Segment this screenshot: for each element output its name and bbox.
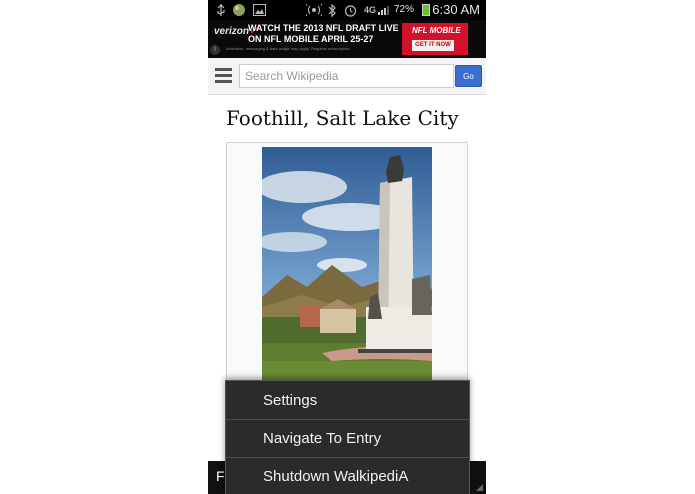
ad-headline-line2: ON NFL MOBILE APRIL 25-27 [248, 34, 374, 44]
signal-icon [378, 6, 389, 15]
options-menu: Settings Navigate To Entry Shutdown Walk… [225, 380, 470, 494]
search-header: Go [208, 58, 486, 95]
battery-icon [422, 4, 430, 16]
alarm-icon [344, 3, 357, 17]
hamburger-menu-icon[interactable] [215, 68, 232, 84]
wifi-calling-icon [306, 3, 322, 17]
network-4g-icon: 4G [363, 5, 376, 15]
ad-cta-button[interactable]: GET IT NOW [412, 40, 454, 51]
status-bar: 4G 72% 6:30 AM [208, 0, 486, 20]
ad-headline-line1: WATCH THE 2013 NFL DRAFT LIVE [248, 23, 399, 33]
globe-icon [232, 3, 246, 17]
search-input[interactable] [239, 64, 454, 88]
bottom-toolbar-text: F [216, 468, 225, 484]
battery-percent: 72% [393, 4, 414, 15]
usb-icon [216, 3, 226, 17]
bluetooth-icon [328, 3, 336, 17]
ad-promo-title: NFL MOBILE [412, 26, 461, 35]
menu-item-shutdown[interactable]: Shutdown WalkipediA [226, 458, 469, 494]
menu-item-navigate-to-entry[interactable]: Navigate To Entry [226, 420, 469, 457]
ad-info-icon[interactable]: i [210, 45, 220, 55]
page-title: Foothill, Salt Lake City [226, 106, 459, 130]
ad-fine-print: Activation, messaging & data usage may a… [226, 46, 351, 51]
monument-photo[interactable] [262, 147, 432, 381]
menu-item-settings[interactable]: Settings [226, 382, 469, 419]
go-button[interactable]: Go [455, 65, 482, 87]
gallery-icon [252, 3, 266, 17]
resize-corner-icon [476, 484, 483, 491]
clock-time: 6:30 AM [432, 2, 480, 17]
phone-screen: 4G 72% 6:30 AM verizon✓ WATCH THE 2013 N… [208, 0, 486, 494]
ad-banner[interactable]: verizon✓ WATCH THE 2013 NFL DRAFT LIVE O… [208, 20, 486, 58]
lead-image-frame [226, 142, 468, 388]
ad-promo-box[interactable]: NFL MOBILE GET IT NOW [402, 23, 468, 55]
